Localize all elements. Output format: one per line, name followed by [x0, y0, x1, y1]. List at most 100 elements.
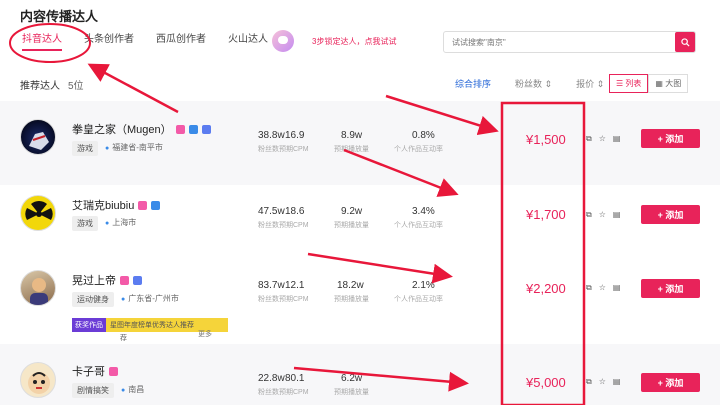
award-badge: 获奖作品 [72, 318, 106, 332]
search-button[interactable] [675, 32, 695, 52]
detail-icon[interactable]: ▤ [613, 377, 621, 387]
diamond-icon [120, 276, 129, 285]
favorite-star-icon[interactable]: ☆ [599, 377, 606, 387]
star-badge-icon [201, 125, 211, 134]
add-button[interactable]: + 添加 [641, 279, 700, 298]
view-list-label: 列表 [625, 79, 642, 88]
promo-link[interactable]: 3步锁定达人，点我试试 [272, 30, 396, 52]
cpm-label: 预期CPM [279, 222, 309, 229]
tab-huoshan[interactable]: 火山达人 [228, 30, 268, 51]
row-actions: ⧉ ☆ ▤ [586, 283, 620, 293]
interaction-stat: 0.8% 个人作品互动率 [394, 130, 443, 154]
avatar[interactable] [20, 270, 56, 306]
search-input[interactable] [444, 32, 675, 52]
favorite-star-icon[interactable]: ☆ [599, 283, 606, 293]
cpm-value: 18.6 [285, 206, 305, 217]
creator-name[interactable]: 晃过上帝 [72, 272, 142, 288]
diamond-icon [109, 367, 118, 376]
favorite-star-icon[interactable]: ☆ [599, 134, 606, 144]
add-button[interactable]: + 添加 [641, 373, 700, 392]
interaction-value: 2.1% [412, 280, 435, 291]
cpm-stat: 12.1 预期CPM [279, 280, 309, 304]
add-button[interactable]: + 添加 [641, 129, 700, 148]
award-sub: 荐 [120, 335, 127, 342]
view-grid-label: 大图 [665, 79, 682, 88]
cpm-label: 预期CPM [279, 389, 309, 396]
price: ¥5,000 [526, 375, 566, 390]
avatar[interactable] [20, 362, 56, 398]
cpm-value: 80.1 [285, 373, 305, 384]
price: ¥2,200 [526, 281, 566, 296]
radiation-icon [25, 200, 53, 220]
interaction-value: 0.8% [412, 130, 435, 141]
page-title: 内容传播达人 [20, 9, 99, 24]
sort-fans[interactable]: 粉丝数 ⇕ [515, 77, 552, 90]
creator-name-text: 艾瑞克biubiu [72, 200, 135, 212]
plays-value: 6.2w [341, 373, 363, 384]
creator-name-text: 拳皇之家（Mugen） [72, 124, 172, 136]
share-icon[interactable]: ⧉ [586, 210, 592, 220]
plays-value: 9.2w [341, 206, 363, 217]
interaction-stat: 2.1% 个人作品互动率 [394, 280, 443, 304]
creator-name-text: 晃过上帝 [72, 275, 116, 287]
interaction-label: 个人作品互动率 [394, 146, 443, 153]
detail-icon[interactable]: ▤ [613, 134, 621, 144]
share-icon[interactable]: ⧉ [586, 134, 592, 144]
location: 广东省-广州市 [121, 293, 179, 304]
recommend-header: 推荐达人 5位 [20, 77, 84, 92]
share-icon[interactable]: ⧉ [586, 283, 592, 293]
creator-name-text: 卡子哥 [72, 366, 105, 378]
view-list-button[interactable]: ☰ 列表 [609, 74, 649, 93]
creator-row: 卡子哥 剧情搞笑 南昌 22.8w粉丝数 80.1预期CPM 6.2w预期播放量… [0, 344, 720, 405]
interaction-label: 个人作品互动率 [394, 222, 443, 229]
detail-icon[interactable]: ▤ [613, 210, 621, 220]
creator-row: 拳皇之家（Mugen） 游戏 福建省-南平市 38.8w粉丝数 16.9预期CP… [0, 101, 720, 185]
robot-icon [272, 30, 294, 52]
creator-type-tabs: 抖音达人 头条创作者 西瓜创作者 火山达人 [22, 30, 290, 51]
cpm-stat: 16.9 预期CPM [279, 130, 309, 154]
sort-price[interactable]: 报价 ⇕ [576, 77, 604, 90]
plays-stat: 6.2w 预期播放量 [334, 373, 369, 397]
category-tag: 游戏 [72, 141, 98, 156]
location: 上海市 [105, 217, 136, 228]
plays-label: 预期播放量 [334, 146, 369, 153]
avatar-image [30, 278, 48, 305]
cpm-stat: 18.6 预期CPM [279, 206, 309, 230]
interaction-label: 个人作品互动率 [394, 296, 443, 303]
share-icon[interactable]: ⧉ [586, 377, 592, 387]
interaction-stat: 3.4% 个人作品互动率 [394, 206, 443, 230]
plays-stat: 8.9w 预期播放量 [334, 130, 369, 154]
search-box [443, 31, 696, 53]
star-badge-icon [133, 276, 142, 285]
plays-stat: 18.2w 预期播放量 [334, 280, 369, 304]
add-button[interactable]: + 添加 [641, 205, 700, 224]
plays-value: 8.9w [341, 130, 363, 141]
cpm-value: 16.9 [285, 130, 305, 141]
creator-name[interactable]: 艾瑞克biubiu [72, 197, 161, 213]
verified-icon [151, 201, 161, 210]
avatar[interactable] [20, 195, 56, 231]
row-actions: ⧉ ☆ ▤ [586, 134, 620, 144]
verified-icon [188, 125, 198, 134]
recommend-label: 推荐达人 [20, 81, 60, 92]
promo-text[interactable]: 3步锁定达人，点我试试 [312, 36, 396, 47]
creator-row: 艾瑞克biubiu 游戏 上海市 47.5w粉丝数 18.6预期CPM 9.2w… [0, 185, 720, 269]
location: 福建省-南平市 [105, 142, 163, 153]
creator-name[interactable]: 卡子哥 [72, 363, 118, 379]
tab-douyin[interactable]: 抖音达人 [22, 30, 62, 51]
view-grid-button[interactable]: ▦ 大图 [648, 74, 689, 93]
award-text: 星图年度榜单优秀达人推荐 [110, 322, 194, 329]
creator-name[interactable]: 拳皇之家（Mugen） [72, 121, 211, 137]
location: 南昌 [121, 384, 144, 395]
cpm-label: 预期CPM [279, 146, 309, 153]
plays-label: 预期播放量 [334, 222, 369, 229]
award-more-link[interactable]: 更多 [198, 329, 212, 339]
tab-xigua[interactable]: 西瓜创作者 [156, 30, 206, 51]
sort-overall[interactable]: 综合排序 [455, 77, 491, 90]
favorite-star-icon[interactable]: ☆ [599, 210, 606, 220]
plays-label: 预期播放量 [334, 296, 369, 303]
tab-toutiao[interactable]: 头条创作者 [84, 30, 134, 51]
row-actions: ⧉ ☆ ▤ [586, 377, 620, 387]
avatar[interactable] [20, 119, 56, 155]
detail-icon[interactable]: ▤ [613, 283, 621, 293]
